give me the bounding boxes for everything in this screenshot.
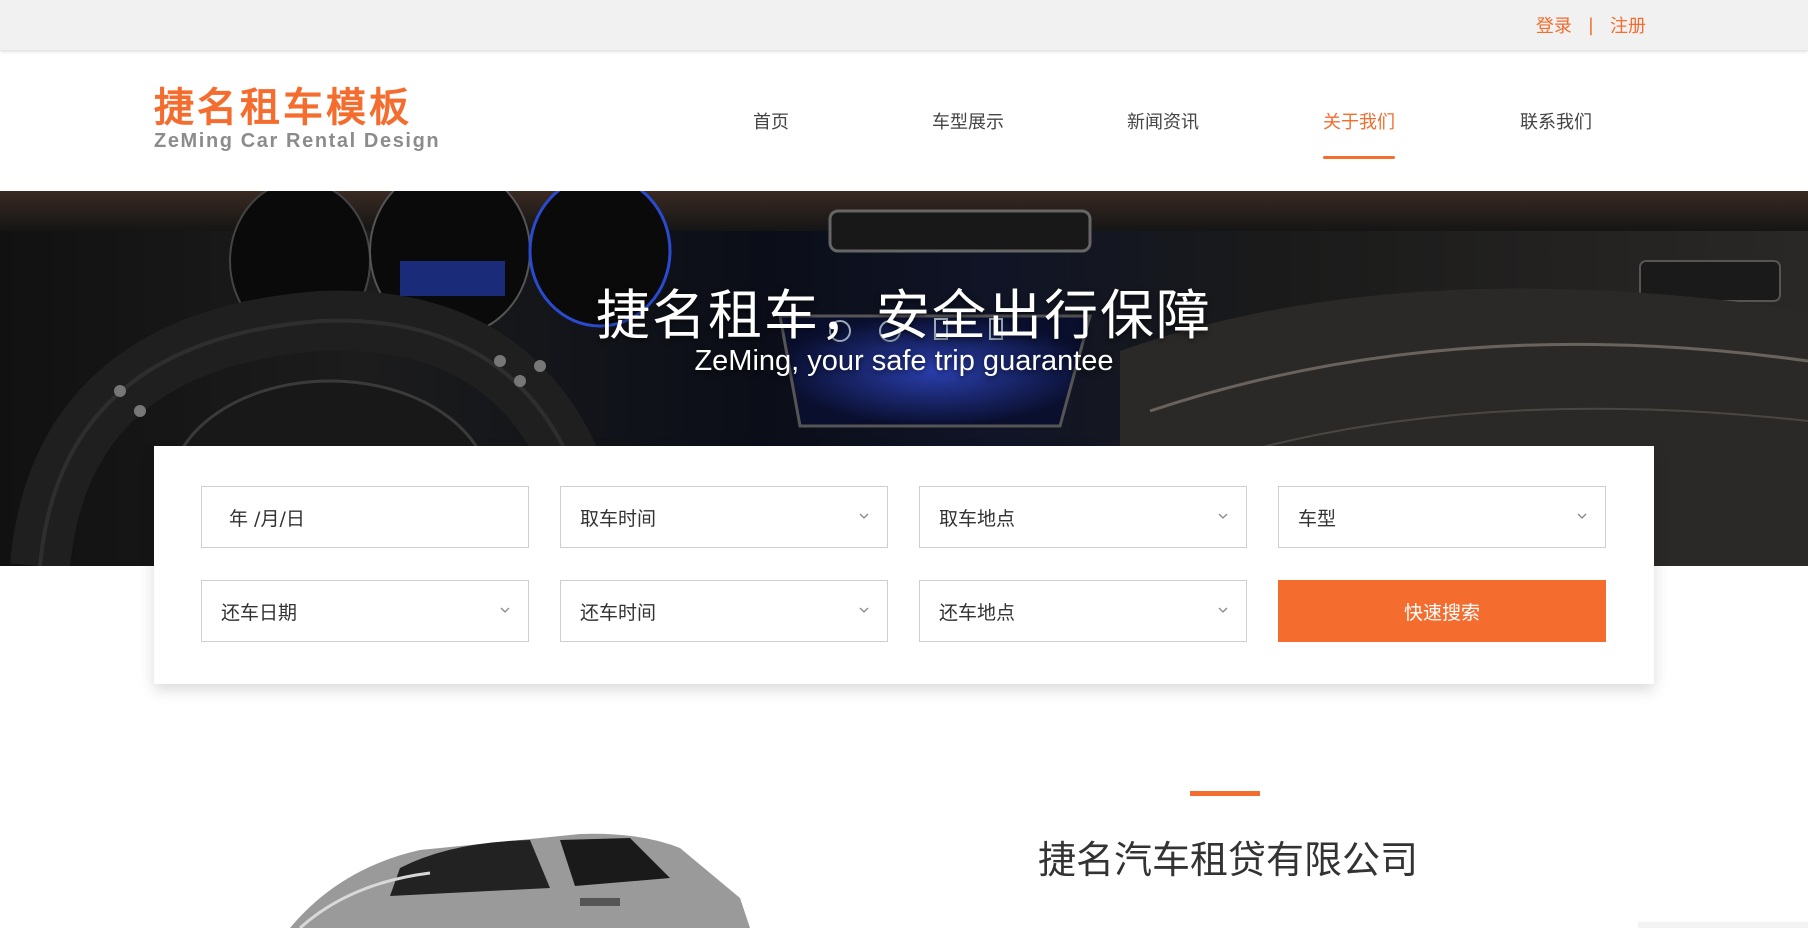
login-link[interactable]: 登录	[1536, 12, 1572, 38]
car-type-select[interactable]: 车型	[1278, 486, 1606, 548]
suv-car-image	[290, 833, 750, 928]
pickup-date-placeholder: 年 /月/日	[229, 507, 305, 530]
register-link[interactable]: 注册	[1610, 12, 1646, 38]
nav-item-car-models[interactable]: 车型展示	[932, 50, 1004, 191]
chevron-down-icon	[1218, 607, 1228, 613]
chevron-down-icon	[859, 513, 869, 519]
nav-item-contact-us[interactable]: 联系我们	[1520, 50, 1592, 191]
nav-item-news[interactable]: 新闻资讯	[1127, 50, 1199, 191]
return-time-select[interactable]: 还车时间	[560, 580, 888, 642]
company-name-heading: 捷名汽车租贷有限公司	[1038, 838, 1419, 882]
chevron-down-icon	[1577, 513, 1587, 519]
chevron-down-icon	[859, 607, 869, 613]
quick-search-button[interactable]: 快速搜索	[1278, 580, 1606, 642]
site-logo[interactable]: 捷名租车模板 ZeMing Car Rental Design	[154, 86, 454, 156]
return-location-select[interactable]: 还车地点	[919, 580, 1247, 642]
return-location-label: 还车地点	[939, 601, 1016, 624]
pickup-time-label: 取车时间	[580, 507, 657, 530]
pickup-location-label: 取车地点	[939, 507, 1016, 530]
return-date-select[interactable]: 还车日期	[201, 580, 529, 642]
hero-subtitle: ZeMing, your safe trip guarantee	[694, 345, 1114, 377]
nav-item-about-us[interactable]: 关于我们	[1323, 50, 1395, 191]
quick-search-panel: 年 /月/日 取车时间 取车地点 车型 还车日期 还车时间 还车地点 快速搜索	[154, 446, 1654, 684]
pickup-time-select[interactable]: 取车时间	[560, 486, 888, 548]
nav-item-home[interactable]: 首页	[753, 50, 789, 191]
return-time-label: 还车时间	[580, 601, 657, 624]
pickup-date-input[interactable]: 年 /月/日	[201, 486, 529, 548]
logo-english-text: ZeMing Car Rental Design	[154, 130, 441, 152]
auth-links: 登录 | 注册	[1536, 0, 1646, 50]
hero-title: 捷名租车，安全出行保障	[596, 284, 1212, 347]
car-type-label: 车型	[1298, 507, 1337, 530]
site-header: 捷名租车模板 ZeMing Car Rental Design 首页 车型展示 …	[0, 50, 1808, 191]
top-utility-bar: 登录 | 注册	[0, 0, 1808, 50]
return-date-label: 还车日期	[221, 601, 298, 624]
pickup-location-select[interactable]: 取车地点	[919, 486, 1247, 548]
page-edge-shadow	[1638, 922, 1808, 928]
auth-separator: |	[1587, 14, 1594, 36]
chevron-down-icon	[500, 607, 510, 613]
chevron-down-icon	[1218, 513, 1228, 519]
section-accent-line	[1190, 791, 1260, 796]
logo-chinese-text: 捷名租车模板	[154, 85, 412, 131]
